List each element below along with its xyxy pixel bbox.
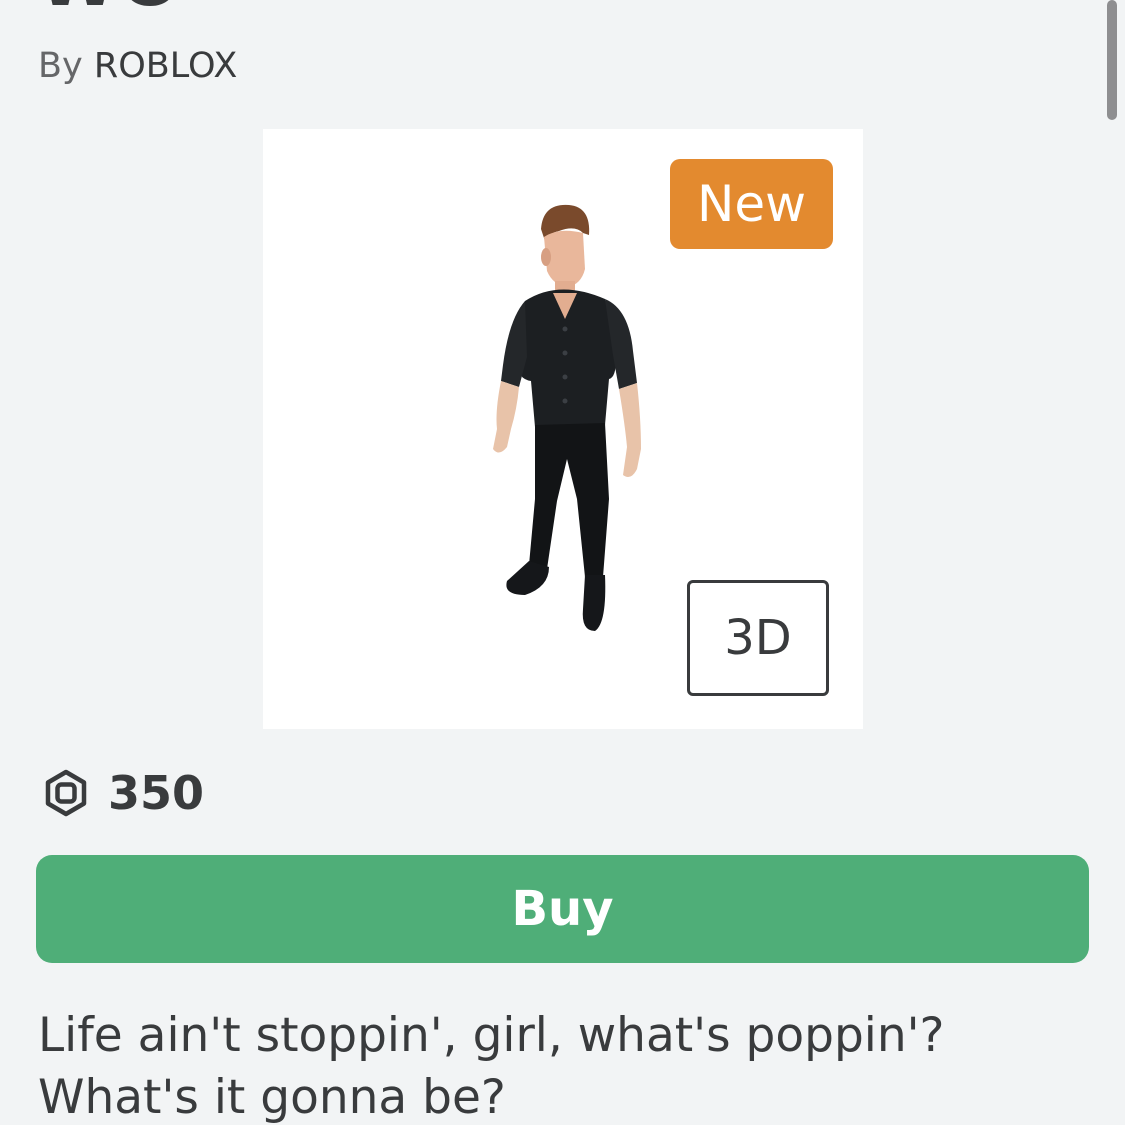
description-line: What's it gonna be? — [38, 1070, 506, 1125]
creator-prefix: By — [38, 46, 83, 86]
robux-icon — [45, 769, 87, 817]
description-line: Life ain't stoppin', girl, what's poppin… — [38, 1008, 945, 1063]
creator-link[interactable]: ROBLOX — [94, 46, 237, 86]
creator-line: By ROBLOX — [38, 46, 237, 86]
item-details-page: WO By ROBLOX — [0, 0, 1125, 1125]
new-badge: New — [670, 159, 833, 249]
buy-button[interactable]: Buy — [36, 855, 1089, 963]
item-thumbnail[interactable]: New 3D — [263, 129, 863, 729]
item-description: Life ain't stoppin', girl, what's poppin… — [38, 1005, 1098, 1125]
scrollbar[interactable] — [1107, 0, 1117, 120]
price-display: 350 — [42, 765, 204, 821]
price-amount: 350 — [108, 766, 205, 820]
item-title: WO — [38, 0, 183, 22]
view-3d-button[interactable]: 3D — [687, 580, 829, 696]
